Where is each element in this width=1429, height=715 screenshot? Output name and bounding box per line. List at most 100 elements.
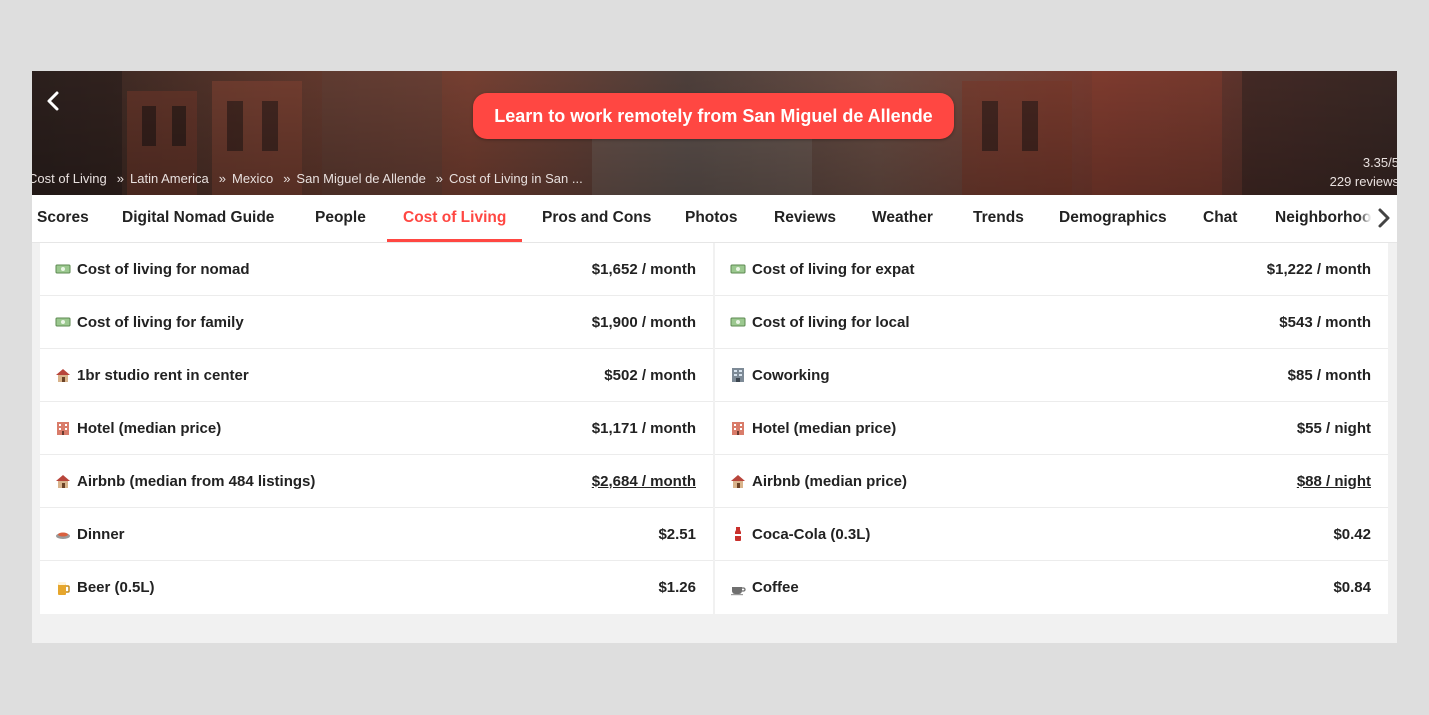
cost-row-label-group: Coworking [730,367,830,384]
cost-row-value: $85 / month [1287,366,1371,384]
cost-row: Cost of living for local $543 / month [715,296,1388,349]
cost-row-label: Coworking [752,366,830,384]
soda-icon [730,526,746,542]
cost-row: Airbnb (median price) $88 / night [715,455,1388,508]
tab-people[interactable]: People [315,195,366,241]
breadcrumb-item[interactable]: San Miguel de Allende [296,171,425,186]
cost-row-label: Beer (0.5L) [77,579,155,596]
tab-cost-of-living[interactable]: Cost of Living [403,195,506,241]
cost-row-value: $2.51 [658,525,696,543]
house-icon [55,367,71,383]
house-icon [55,473,71,489]
cost-row-label: Airbnb (median price) [752,472,908,490]
breadcrumb-item[interactable]: Cost of Living [32,171,107,186]
cost-row-label: Coffee [752,579,799,596]
cost-row-label-group: Dinner [55,526,125,543]
money-icon [730,314,746,330]
hero-banner: Learn to work remotely from San Miguel d… [32,71,1397,195]
cost-row-label-group: Beer (0.5L) [55,579,155,596]
tab-weather[interactable]: Weather [872,195,933,241]
cost-column-right: Cost of living for expat $1,222 / month Co… [715,243,1388,614]
cost-row-value: $1,222 / month [1266,260,1371,278]
back-arrow-icon[interactable] [42,89,66,113]
rating-summary: 3.35/5 229 reviews [1330,153,1397,191]
cost-row-label-group: Cost of living for local [730,314,910,331]
cost-row-label: Cost of living for local [752,313,910,331]
cost-row-value: $502 / month [604,366,696,384]
money-icon [730,261,746,277]
cost-column-left: Cost of living for nomad $1,652 / month Co… [40,243,713,614]
coffee-icon [730,580,746,596]
breadcrumb: Cost of Living » Latin America » Mexico » San … [32,171,587,186]
cost-row: Cost of living for family $1,900 / month [40,296,713,349]
money-icon [55,261,71,277]
hotel-icon [55,420,71,436]
breadcrumb-separator: » [218,171,226,186]
cost-row-value: $0.42 [1333,525,1371,543]
tab-pros-and-cons[interactable]: Pros and Cons [542,195,651,241]
cost-row-value: $1,171 / month [591,419,696,437]
cost-row-label: Cost of living for family [77,313,244,331]
tab-trends[interactable]: Trends [973,195,1024,241]
cost-row: Coworking $85 / month [715,349,1388,402]
cost-row-value-link[interactable]: $88 / night [1297,473,1371,490]
cost-row-label-group: Hotel (median price) [730,420,896,437]
cost-row-value-link[interactable]: $2,684 / month [592,473,696,490]
cost-row-value: $543 / month [1279,313,1371,331]
cost-row-label: 1br studio rent in center [77,366,249,384]
house-icon [730,473,746,489]
cost-row-label-group: Hotel (median price) [55,420,221,437]
breadcrumb-separator: » [283,171,291,186]
cost-row-label-group: Cost of living for family [55,314,244,331]
breadcrumb-separator: » [435,171,444,186]
cost-row: Hotel (median price) $55 / night [715,402,1388,455]
cost-row: Coca-Cola (0.3L) $0.42 [715,508,1388,561]
tab-photos[interactable]: Photos [685,195,738,241]
learn-remote-button[interactable]: Learn to work remotely from San Miguel d… [473,93,954,139]
cost-row: Hotel (median price) $1,171 / month [40,402,713,455]
cost-row: Cost of living for nomad $1,652 / month [40,243,713,296]
cost-row-label-group: 1br studio rent in center [55,367,249,384]
cost-row-label-group: Coffee [730,579,799,596]
cost-row-value: $55 / night [1296,419,1371,437]
cost-row: Coffee $0.84 [715,561,1388,614]
chevron-right-icon [1378,208,1390,228]
cost-row-label-group: Airbnb (median from 484 listings) [55,473,315,490]
tab-demographics[interactable]: Demographics [1059,195,1167,241]
cost-row-label: Airbnb (median from 484 listings) [77,472,316,490]
cost-row-value: $0.84 [1333,579,1371,596]
money-icon [55,314,71,330]
city-card: Learn to work remotely from San Miguel d… [32,71,1397,643]
cost-row-label: Cost of living for nomad [77,260,250,278]
cost-row-label-group: Cost of living for nomad [55,261,250,278]
cost-row-label: Coca-Cola (0.3L) [752,525,871,543]
cost-row-value: $1.26 [658,579,696,596]
breadcrumb-item[interactable]: Cost of Living in San ... [449,171,583,186]
cost-row: 1br studio rent in center $502 / month [40,349,713,402]
review-count[interactable]: 229 reviews [1330,172,1397,191]
office-icon [730,367,746,383]
dinner-icon [55,526,71,542]
cost-row-label: Hotel (median price) [77,419,222,437]
cost-row-label-group: Cost of living for expat [730,261,915,278]
cost-row-label: Cost of living for expat [752,260,915,278]
tab-scores[interactable]: Scores [37,195,89,241]
cost-row-label-group: Airbnb (median price) [730,473,907,490]
cost-row-value: $1,652 / month [591,260,696,278]
cost-row-label: Dinner [77,525,125,543]
cost-row-label: Hotel (median price) [752,419,897,437]
cost-row: Airbnb (median from 484 listings) $2,684 … [40,455,713,508]
cost-row-value: $1,900 / month [591,313,696,331]
section-tabs: Scores Digital Nomad Guide People Cost o… [32,195,1397,243]
cost-row: Beer (0.5L) $1.26 [40,561,713,614]
breadcrumb-item[interactable]: Latin America [130,171,209,186]
rating-score: 3.35/5 [1362,155,1397,170]
breadcrumb-separator: » [116,171,124,186]
cost-row-label-group: Coca-Cola (0.3L) [730,526,870,543]
tabs-scroll-right-button[interactable] [1371,195,1397,241]
tab-reviews[interactable]: Reviews [774,195,836,241]
tab-digital-nomad-guide[interactable]: Digital Nomad Guide [122,195,274,241]
tab-chat[interactable]: Chat [1203,195,1237,241]
breadcrumb-item[interactable]: Mexico [232,171,273,186]
cost-row: Dinner $2.51 [40,508,713,561]
